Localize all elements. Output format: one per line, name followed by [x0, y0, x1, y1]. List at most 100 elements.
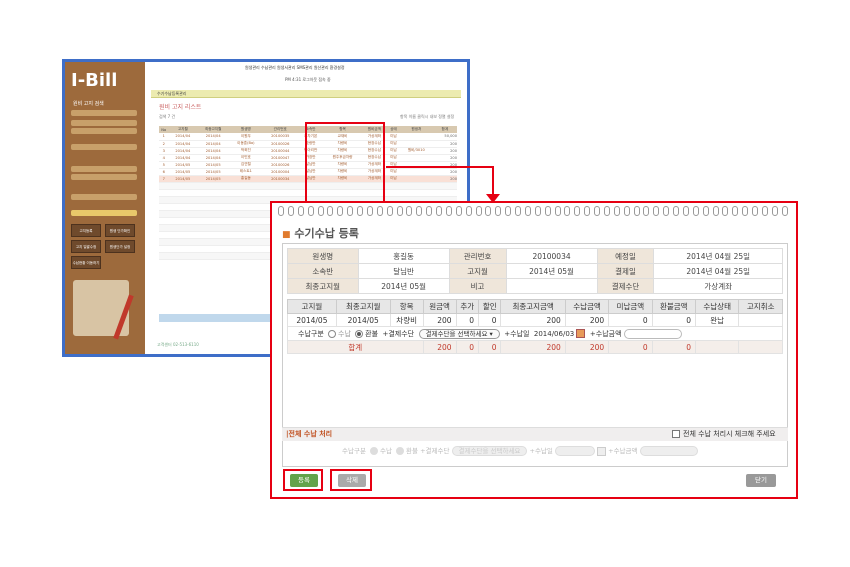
table-cell: 2014/04 [197, 140, 230, 148]
payment-cell: 0 [455, 313, 480, 327]
sidebar-filter-4[interactable] [71, 144, 137, 150]
payment-cell: 0 [608, 313, 653, 327]
bg-column-header[interactable]: 관리번호 [262, 126, 298, 133]
payment-cell [738, 313, 783, 327]
sidebar-price-button[interactable]: 원생 단가확인 [105, 224, 135, 237]
payment-table: 고지월 최종고지월 항목 원금액 추가 할인 최종고지금액 수납금액 미납금액 환불금액 수납상태 고… [287, 299, 783, 354]
bg-column-header[interactable]: 고지월 [168, 126, 198, 133]
binder-ring [554, 206, 561, 216]
bg-column-header[interactable]: 원생처 [399, 126, 433, 133]
binder-ring [465, 206, 472, 216]
arrow-line-horizontal [386, 166, 494, 168]
page-title: 원비 고지 리스트 [159, 104, 202, 111]
bg-column-header[interactable]: 합계 [432, 126, 457, 133]
close-button[interactable]: 닫기 [746, 474, 776, 487]
payment-cell: 200 [422, 313, 457, 327]
binder-ring [603, 206, 610, 216]
payment-cell: 2014/05 [335, 313, 391, 327]
sidebar-register-button[interactable]: 고지등록 [71, 224, 101, 237]
month-label: 고지월 [448, 263, 507, 279]
sidebar-filter-6[interactable] [71, 174, 137, 180]
binder-rings [278, 206, 788, 216]
table-cell: 2014/05 [197, 175, 230, 183]
arrow-line-vertical [492, 166, 494, 196]
table-cell: 2014/04 [168, 154, 198, 162]
footer-info: 고객센터 02-513-6110 [157, 342, 199, 347]
date-value[interactable]: 2014/06/03 [534, 330, 574, 338]
note-value [505, 278, 598, 294]
total-empty-1 [694, 340, 740, 354]
student-info-table: 원생명 홍길동 관리번호 20100034 예정일 2014년 04월 25일 … [287, 248, 783, 294]
table-cell: 미납 [387, 147, 400, 155]
amount-input[interactable] [623, 328, 682, 339]
bulk-amount-label: +수납금액 [608, 447, 638, 455]
due-label: 예정일 [596, 248, 655, 264]
pay-column-header: 수납금액 [564, 299, 610, 314]
sidebar-price-setting-button[interactable]: 원생단가 설정 [105, 240, 135, 253]
method-select[interactable]: 결제수단을 선택하세요 ▾ [418, 328, 500, 339]
method-label: 결제수단 [596, 278, 655, 294]
sidebar-search-button[interactable] [71, 210, 137, 216]
bulk-radio-receive-label: 수납 [380, 447, 392, 455]
amount-label: +수납금액 [589, 329, 622, 338]
total-extra: 0 [455, 340, 480, 354]
payment-row: 2014/05 2014/05 차량비 200 0 0 200 200 0 0 완납 [287, 313, 783, 327]
bulk-section-title: |전체 수납 처리 [286, 430, 333, 438]
binder-ring [278, 206, 284, 216]
table-cell: 20100035 [262, 133, 298, 141]
binder-ring [643, 206, 650, 216]
binder-ring [742, 206, 749, 216]
bg-column-header[interactable]: No [159, 126, 169, 133]
table-cell: 미납 [387, 154, 400, 162]
bulk-checkbox-label: 전체 수납 처리시 체크해 주세요 [683, 430, 776, 438]
highlight-box-delete [330, 469, 372, 491]
table-cell: 5 [159, 161, 169, 169]
binder-ring [653, 206, 660, 216]
calendar-icon[interactable] [576, 329, 586, 338]
table-cell: 20100026 [262, 161, 298, 169]
binder-ring [761, 206, 768, 216]
binder-ring [416, 206, 423, 216]
class-label: 소속반 [287, 263, 359, 279]
result-count: 검색 7 건 [159, 114, 176, 119]
top-nav[interactable]: 원생관리 수납관리 원생서관리 SMS관리 원산관리 환경설정 [245, 65, 345, 71]
total-original: 200 [422, 340, 457, 354]
bulk-radio-refund-label: 환불 [406, 447, 419, 455]
bulk-checkbox[interactable] [672, 430, 680, 438]
due-value: 2014년 04월 25일 [653, 248, 783, 264]
sidebar-filter-3[interactable] [71, 128, 137, 134]
bulk-amount-input [639, 446, 698, 456]
binder-ring [337, 206, 344, 216]
radio-refund-label: 환불 [365, 329, 379, 338]
highlight-box-register [283, 469, 323, 491]
mgmt-label: 관리번호 [448, 248, 507, 264]
radio-refund[interactable] [355, 329, 364, 338]
table-cell: 미납 [387, 140, 400, 148]
sidebar-filter-7[interactable] [71, 194, 137, 200]
bg-column-header[interactable]: 원생명 [229, 126, 263, 133]
binder-ring [297, 206, 304, 216]
sidebar-bulk-edit-button[interactable]: 고지 일괄수정 [71, 240, 101, 253]
radio-receive[interactable] [328, 329, 336, 338]
bulk-radio-receive [370, 447, 378, 455]
pay-column-header: 원금액 [422, 299, 457, 314]
table-cell: 미납 [387, 133, 400, 141]
sub-nav: PM 4:31 로그아웃 접속 중 [285, 77, 331, 82]
table-cell: 20100034 [262, 175, 298, 183]
sidebar-filter-2[interactable] [71, 120, 137, 126]
table-cell: 200 [432, 154, 457, 162]
table-cell: 50,000 [432, 133, 457, 141]
class-value: 달님반 [357, 263, 450, 279]
bulk-checkbox-row[interactable]: 전체 수납 처리시 체크해 주세요 [672, 429, 776, 439]
sidebar-receipt-button[interactable]: 수납현황 이동하기 [71, 256, 101, 269]
binder-ring [752, 206, 758, 216]
dialog-title: ■ 수기수납 등록 [282, 225, 359, 241]
tab-active[interactable]: 수기수납등록관리 [151, 90, 461, 98]
sidebar-filter-5[interactable] [71, 166, 137, 172]
bg-column-header[interactable]: 상태 [387, 126, 400, 133]
binder-ring [396, 206, 403, 216]
binder-ring [406, 206, 413, 216]
sidebar-filter-1[interactable] [71, 110, 137, 116]
bg-column-header[interactable]: 최종고지월 [197, 126, 230, 133]
bulk-date-label: +수납일 [529, 447, 553, 455]
